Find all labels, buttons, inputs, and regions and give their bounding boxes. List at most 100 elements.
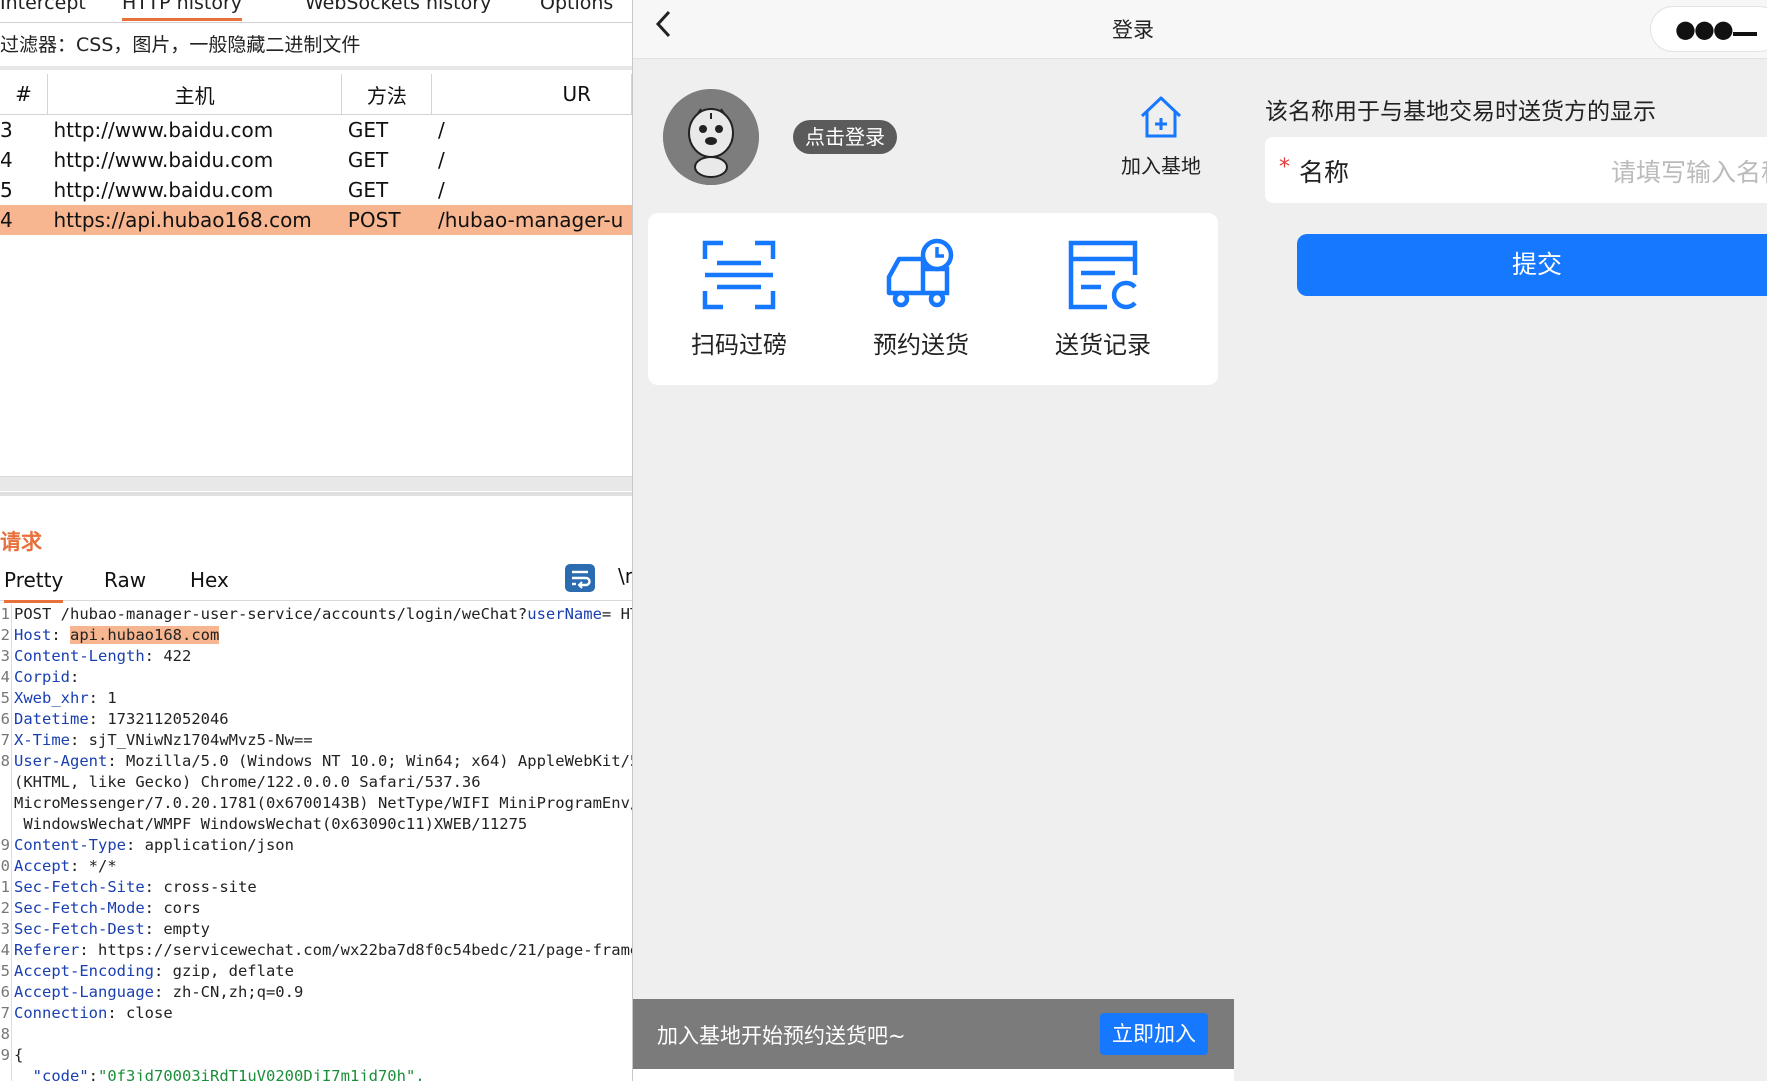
col-host[interactable]: 主机 (47, 74, 343, 115)
nav-bar: 登录 ●●● (633, 0, 1767, 59)
request-line: 3 Content-Length: 422 (0, 647, 192, 665)
horizontal-scrollbar[interactable] (0, 476, 632, 491)
function-card: 扫码过磅 预约送货 送货记录 (648, 213, 1218, 385)
row-id: 3 (0, 118, 13, 142)
proxy-tabbar: Intercept HTTP history WebSockets histor… (0, 0, 632, 23)
request-line: 5 Xweb_xhr: 1 (0, 689, 117, 707)
grid-item-scan[interactable]: 扫码过磅 (679, 237, 799, 360)
burp-proxy-panel: Intercept HTTP history WebSockets histor… (0, 0, 632, 1081)
join-now-button[interactable]: 立即加入 (1100, 1013, 1208, 1055)
join-base-button[interactable]: 加入基地 (1111, 92, 1211, 179)
row-method: GET (347, 118, 389, 142)
join-base-label: 加入基地 (1121, 154, 1201, 178)
header-name: Xweb_xhr (14, 689, 89, 707)
line-number: 5 (0, 689, 10, 707)
request-line: 9{ (0, 1045, 632, 1066)
request-line: 2 Host: api.hubao168.com (0, 626, 220, 644)
line-number: 6 (0, 710, 10, 728)
name-input-placeholder[interactable]: 请填写输入名称 (1611, 153, 1767, 189)
header-value: cors (163, 899, 201, 917)
tab-intercept[interactable]: Intercept (0, 0, 86, 14)
tab-http-history[interactable]: HTTP history (122, 0, 243, 21)
show-newlines-button[interactable]: \n (618, 564, 632, 588)
col-url[interactable]: UR (431, 74, 632, 115)
minimize-icon[interactable] (1733, 32, 1757, 36)
tab-websockets-history[interactable]: WebSockets history (305, 0, 491, 14)
header-value: Mozilla/5.0 (Windows NT 10.0; Win64; x64… (126, 752, 632, 770)
line-number: 7 (0, 731, 10, 749)
row-id: 4 (0, 148, 13, 172)
header-name: Referer (14, 941, 80, 959)
request-line: 1 POST /hubao-manager-user-service/accoun… (0, 604, 632, 625)
line-number: 9 (0, 1046, 10, 1064)
join-banner: 加入基地开始预约送货吧~ 立即加入 (633, 999, 1234, 1069)
request-line: 8 User-Agent: Mozilla/5.0 (Windows NT 10.… (0, 751, 632, 772)
request-line: MicroMessenger/7.0.20.1781(0x6700143B) N… (0, 793, 632, 814)
name-field[interactable]: * 名称 请填写输入名称 (1265, 137, 1767, 203)
line-number: 8 (0, 752, 10, 770)
grid-item-records[interactable]: 送货记录 (1043, 237, 1163, 360)
table-row-selected[interactable]: 4 https://api.hubao168.com POST /hubao-m… (0, 205, 632, 235)
header-name: Accept (14, 857, 70, 875)
line-number: 3 (0, 647, 10, 665)
name-hint: 该名称用于与基地交易时送货方的显示 (1265, 99, 1656, 125)
more-icon[interactable]: ●●● (1675, 15, 1734, 43)
request-line: 4 Referer: https://servicewechat.com/wx22… (0, 940, 632, 961)
request-line: 6 Accept-Language: zh-CN,zh;q=0.9 (0, 983, 304, 1001)
table-row[interactable]: 4 http://www.baidu.com GET / (0, 145, 632, 175)
grid-label: 扫码过磅 (691, 331, 787, 359)
submit-button[interactable]: 提交 (1297, 234, 1767, 296)
line-number: 2 (0, 626, 10, 644)
capsule-menu: ●●● (1650, 6, 1767, 52)
history-table: # 主机 方法 UR 3 http://www.baidu.com GET / … (0, 74, 632, 235)
col-method[interactable]: 方法 (341, 74, 433, 115)
request-line: 1 Sec-Fetch-Site: cross-site (0, 878, 257, 896)
header-value: zh-CN,zh;q=0.9 (172, 983, 304, 1001)
request-editor[interactable]: 1 POST /hubao-manager-user-service/accoun… (0, 604, 632, 1081)
query-param-name: userName (527, 605, 602, 623)
table-row[interactable]: 5 http://www.baidu.com GET / (0, 175, 632, 205)
header-name: Content-Type (14, 836, 126, 854)
header-name: Accept-Encoding (14, 962, 154, 980)
login-button[interactable]: 点击登录 (793, 120, 897, 154)
split-divider[interactable] (0, 492, 632, 496)
header-value: 422 (163, 647, 192, 665)
header-value: api.hubao168.com (70, 626, 220, 644)
row-id: 4 (0, 205, 48, 235)
request-line: WindowsWechat/WMPF WindowsWechat(0x63090… (0, 814, 632, 835)
tab-pretty[interactable]: Pretty (4, 568, 64, 603)
line-number: 1 (0, 605, 10, 623)
wrap-lines-button[interactable] (565, 564, 595, 592)
header-value: gzip, deflate (172, 962, 294, 980)
request-line: 5 Accept-Encoding: gzip, deflate (0, 962, 294, 980)
grid-item-reserve[interactable]: 预约送货 (861, 237, 981, 360)
banner-text: 加入基地开始预约送货吧~ (657, 1024, 906, 1048)
row-url: / (437, 148, 445, 172)
request-line: (KHTML, like Gecko) Chrome/122.0.0.0 Saf… (0, 772, 632, 793)
header-value: 1732112052046 (107, 710, 229, 728)
header-value: MicroMessenger/7.0.20.1781(0x6700143B) N… (14, 794, 632, 812)
row-host: https://api.hubao168.com (47, 205, 342, 235)
request-method-line: POST /hubao-manager-user-service/account… (14, 605, 528, 623)
avatar[interactable] (663, 89, 759, 185)
home-plus-icon (1140, 96, 1182, 138)
request-line: 9 Content-Type: application/json (0, 836, 294, 854)
header-name: Sec-Fetch-Dest (14, 920, 145, 938)
tab-raw[interactable]: Raw (104, 568, 146, 592)
miniprogram-window: 登录 ●●● 点击登录 加入基地 扫码过磅 预约送货 送货记录 该名称用于与基地… (632, 0, 1767, 1081)
row-method: GET (347, 148, 389, 172)
header-value: application/json (144, 836, 294, 854)
row-host: http://www.baidu.com (53, 148, 274, 172)
header-value: WindowsWechat/WMPF WindowsWechat(0x63090… (14, 815, 528, 833)
request-title: 请求 (0, 530, 42, 554)
header-name: Corpid (14, 668, 70, 686)
filter-bar[interactable]: 过滤器：CSS，图片，一般隐藏二进制文件 (0, 30, 360, 57)
tab-options[interactable]: Options (540, 0, 613, 14)
header-name: X-Time (14, 731, 70, 749)
table-row[interactable]: 3 http://www.baidu.com GET / (0, 115, 632, 146)
json-value: "0f3jd70003iRdT1uV0200DjI7m1jd70h", (98, 1067, 425, 1081)
tab-hex[interactable]: Hex (190, 568, 229, 592)
header-value: close (126, 1004, 173, 1022)
request-line: 6 Datetime: 1732112052046 (0, 710, 229, 728)
col-id[interactable]: # (0, 74, 48, 115)
